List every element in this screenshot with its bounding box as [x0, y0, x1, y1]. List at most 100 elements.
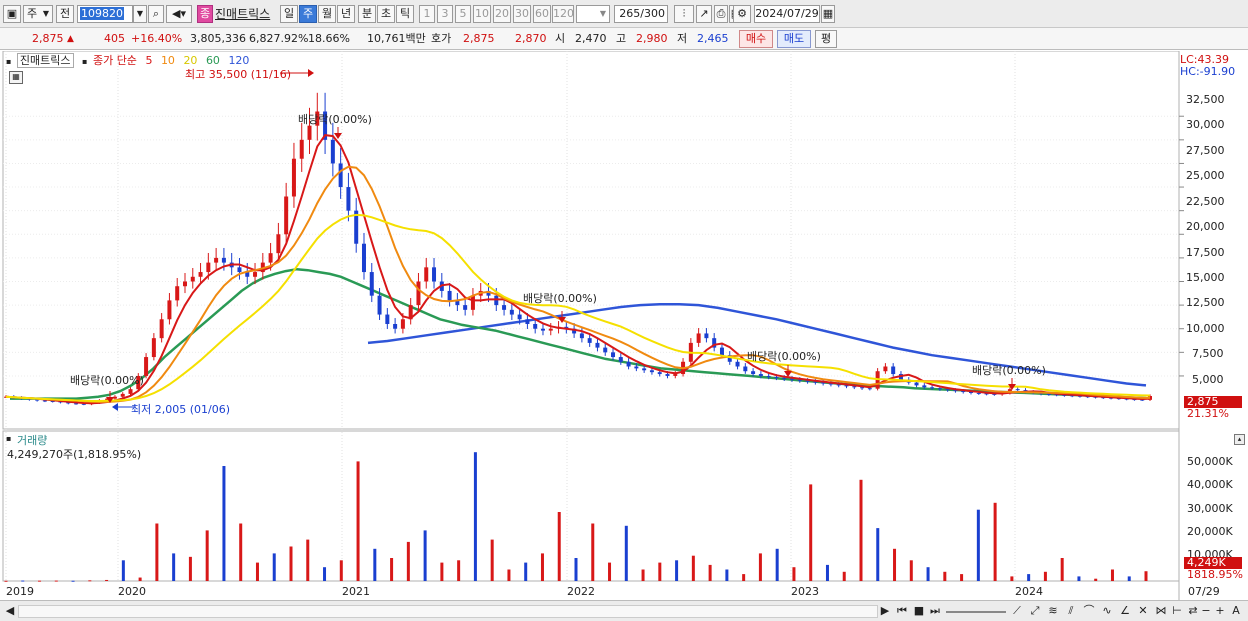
stock-name[interactable]: 진매트릭스	[215, 6, 270, 22]
code-dropdown-button[interactable]: ▼	[133, 5, 147, 23]
interval-60-button[interactable]: 60	[533, 5, 551, 23]
volume-bar	[121, 560, 125, 581]
volume-bar	[691, 555, 695, 581]
line-tool-icon[interactable]: ⟋	[1010, 603, 1024, 618]
period-second-button[interactable]: 초	[377, 5, 395, 23]
buy-button[interactable]: 매수	[739, 30, 773, 48]
volume-bar	[423, 530, 427, 581]
volume-bar	[859, 479, 863, 581]
price-tick: 30,000	[1186, 118, 1225, 131]
volume-bar	[641, 569, 645, 581]
wave-tool-icon[interactable]: ∿	[1100, 603, 1114, 618]
period-year-button[interactable]: 년	[337, 5, 355, 23]
scroll-left-icon[interactable]: ◀	[4, 603, 16, 618]
chart-area[interactable]	[0, 50, 1248, 601]
trend-tool-icon[interactable]: ⤢	[1028, 603, 1042, 618]
scroll-bar[interactable]: ◀ ▶ ⏮ ■ ⏭ ⟋ ⤢ ≋ ⫽ ⌒ ∿ ∠ ✕ ⋈ ⊢ ⇄ − + A	[0, 600, 1248, 621]
price-tick: 7,500	[1192, 347, 1224, 360]
sell-button[interactable]: 매도	[777, 30, 811, 48]
scroll-right-icon[interactable]: ▶	[878, 603, 892, 618]
interval-custom-select[interactable]: ▼	[576, 5, 610, 23]
arc-tool-icon[interactable]: ⌒	[1082, 603, 1096, 618]
candle-body	[525, 319, 530, 324]
first-page-icon[interactable]: ⏮	[895, 603, 909, 618]
settings-gear-icon[interactable]: ⚙	[733, 5, 751, 23]
angle-tool-icon[interactable]: ∠	[1118, 603, 1132, 618]
search-icon[interactable]: ⌕	[148, 5, 164, 23]
price-volume-chart[interactable]	[0, 50, 1248, 601]
fib-tool-icon[interactable]: ≋	[1046, 603, 1060, 618]
stock-code-value: 109820	[80, 7, 124, 20]
period-day-button[interactable]: 일	[280, 5, 298, 23]
up-triangle-icon: ▲	[67, 34, 74, 44]
interval-20-button[interactable]: 20	[493, 5, 511, 23]
table-icon[interactable]: ▦	[9, 71, 23, 84]
eval-button[interactable]: 평	[815, 30, 837, 48]
legend-ma-5: 5	[145, 54, 153, 67]
print-icon[interactable]: ⎙	[714, 5, 728, 23]
quote-ask: 2,875	[463, 32, 495, 45]
candle-body	[517, 314, 522, 320]
candle-type-icon[interactable]: ⫶	[674, 5, 694, 23]
volume-bar	[323, 567, 327, 581]
zoom-out-icon[interactable]: −	[1200, 603, 1212, 618]
channel-tool-icon[interactable]: ⫽	[1064, 603, 1078, 618]
volume-bar	[457, 560, 461, 581]
volume-bar	[775, 548, 779, 581]
quote-low-label: 저	[677, 32, 688, 45]
chart-menu-icon[interactable]: ▣	[3, 5, 21, 23]
volume-bar	[825, 564, 829, 581]
period-minute-button[interactable]: 분	[358, 5, 376, 23]
scroll-track[interactable]	[18, 605, 878, 618]
count-input[interactable]: 265/300	[614, 5, 668, 23]
candle-body	[719, 347, 724, 356]
stop-icon[interactable]: ■	[912, 603, 926, 618]
interval-3-button[interactable]: 3	[437, 5, 453, 23]
interval-30-button[interactable]: 30	[513, 5, 531, 23]
time-axis-end: 07/29	[1188, 585, 1220, 598]
interval-10-button[interactable]: 10	[473, 5, 491, 23]
candle-body	[502, 305, 507, 310]
cross-tool-icon[interactable]: ✕	[1136, 603, 1150, 618]
market-select[interactable]: 주 ▼	[23, 5, 53, 23]
prev-button[interactable]: 전	[56, 5, 74, 23]
stock-code-input[interactable]: 109820	[77, 5, 133, 23]
volume-bar	[1010, 576, 1014, 581]
dividend-label-2022: 배당락(0.00%)	[747, 350, 821, 363]
sound-icon[interactable]: ◀▾	[166, 5, 192, 23]
dividend-label-2019: 배당락(0.00%)	[70, 374, 144, 387]
interval-120-button[interactable]: 120	[552, 5, 574, 23]
legend-stock-name: 진매트릭스	[16, 53, 74, 68]
quote-change-pct: +16.40%	[131, 32, 183, 45]
text-tool-icon[interactable]: A	[1230, 603, 1242, 618]
zoom-slider[interactable]	[946, 603, 1006, 613]
volume-bar	[1060, 558, 1064, 581]
price-tick: 27,500	[1186, 144, 1225, 157]
pan-icon[interactable]: ⇄	[1186, 603, 1200, 618]
interval-1-button[interactable]: 1	[419, 5, 435, 23]
period-week-button[interactable]: 주	[299, 5, 317, 23]
last-page-icon[interactable]: ⏭	[928, 603, 942, 618]
volume-bar	[792, 567, 796, 581]
volume-bar	[490, 539, 494, 581]
volume-tick: 30,000K	[1187, 502, 1233, 515]
price-tick: 20,000	[1186, 220, 1225, 233]
period-month-button[interactable]: 월	[318, 5, 336, 23]
volume-panel-close-icon[interactable]: ▴	[1234, 434, 1245, 445]
calendar-icon[interactable]: ▦	[821, 5, 835, 23]
period-tick-button[interactable]: 틱	[396, 5, 414, 23]
ruler-tool-icon[interactable]: ⊢	[1170, 603, 1184, 618]
volume-bar	[540, 553, 544, 581]
magnet-tool-icon[interactable]: ⋈	[1154, 603, 1168, 618]
candle-body	[276, 234, 281, 254]
volume-bar	[608, 562, 612, 581]
candle-body	[914, 382, 919, 386]
candle-body	[579, 333, 584, 339]
zoom-in-icon[interactable]: +	[1214, 603, 1226, 618]
draw-tool-icon[interactable]: ↗	[696, 5, 712, 23]
interval-5-button[interactable]: 5	[455, 5, 471, 23]
date-input[interactable]: 2024/07/29	[754, 5, 820, 23]
market-label: 주	[27, 7, 38, 20]
time-axis-2022: 2022	[567, 585, 595, 598]
candle-body	[253, 272, 258, 277]
